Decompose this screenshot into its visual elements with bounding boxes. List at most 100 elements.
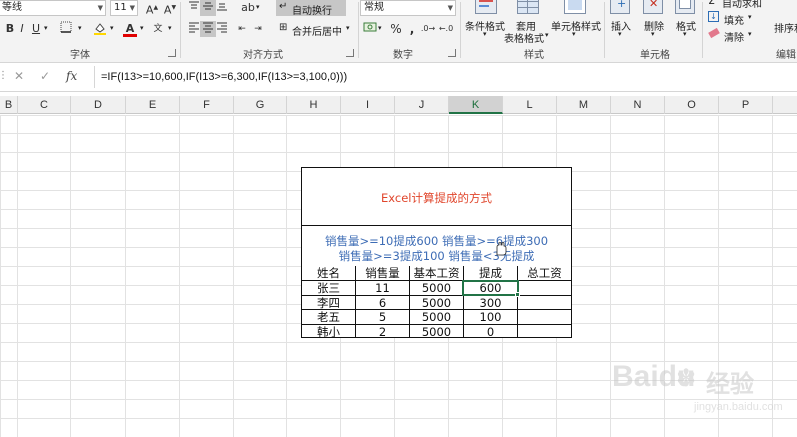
phonetic-icon[interactable]: 文 [150,21,166,37]
fill-color-icon[interactable] [92,21,108,37]
formula-input[interactable]: =IF(I13>=10,600,IF(I13>=6,300,IF(I13>=3,… [94,66,797,88]
column-header-m[interactable]: M [557,96,611,114]
increase-decimal-icon[interactable]: .0→ [420,21,436,37]
table-header-cell[interactable]: 基本工资 [409,266,463,281]
font-dialog-launcher-icon[interactable] [168,49,176,57]
column-header-j[interactable]: J [395,96,449,114]
insert-button[interactable]: + 插入 ▾ [607,0,635,44]
autosum-button[interactable]: Σ 自动求和 [708,0,778,10]
font-group-label: 字体 [70,50,90,61]
column-header-d[interactable]: D [71,96,126,114]
table-cell[interactable] [517,280,571,295]
font-name-select[interactable]: 等线 ▼ [0,0,106,16]
table-header-cell[interactable]: 提成 [463,266,517,281]
clear-button[interactable]: 清除 ▾ [708,27,758,44]
currency-icon[interactable] [362,21,378,37]
decrease-decimal-icon[interactable]: ←.0 [438,21,454,37]
orientation-dropdown-icon[interactable]: ▾ [256,3,260,11]
table-cell[interactable]: 0 [463,323,517,338]
table-cell[interactable]: 2 [355,323,409,338]
table-cell[interactable]: 5000 [409,309,463,324]
font-size-select[interactable]: 11 ▼ [110,0,138,16]
align-bottom-icon[interactable] [214,0,230,16]
alignment-dialog-launcher-icon[interactable] [346,49,354,57]
table-cell[interactable]: 李四 [302,294,355,309]
merge-center-button[interactable]: ⊞ 合并后居中 ▾ [276,21,354,38]
column-header-o[interactable]: O [665,96,719,114]
notes-merged-cell[interactable]: 销售量>=10提成600 销售量>=6提成300 销售量>=3提成100 销售量… [301,225,572,267]
fill-handle[interactable] [515,292,520,297]
insert-function-icon[interactable]: fx [66,69,77,83]
column-header-e[interactable]: E [126,96,180,114]
column-header-l[interactable]: L [503,96,557,114]
table-cell[interactable]: 老五 [302,309,355,324]
number-format-select[interactable]: 常规 ▼ [360,0,456,16]
table-cell[interactable]: 100 [463,309,517,324]
table-cell[interactable]: 5000 [409,294,463,310]
table-format-button[interactable]: 套用 表格格式 ▾ [504,0,549,45]
fill-color-dropdown-icon[interactable]: ▾ [110,24,114,32]
wrap-text-button[interactable]: ↵ 自动换行 [276,0,346,17]
table-cell[interactable]: 11 [355,280,409,295]
table-cell[interactable]: 5000 [409,280,463,295]
fill-button[interactable]: ↓ 填充 ▾ [708,11,758,27]
number-dialog-launcher-icon[interactable] [448,49,456,57]
column-header-g[interactable]: G [234,96,287,114]
underline-icon[interactable]: U [28,21,44,37]
column-header-k[interactable]: K [449,96,503,114]
table-cell[interactable]: 5000 [409,323,463,338]
table-cell[interactable]: 6 [355,294,409,310]
increase-font-icon[interactable]: A▲ [144,0,160,17]
conditional-format-dropdown-icon: ▾ [483,30,487,38]
watermark-logo: Baidu ✽ 经验 [612,360,792,400]
cell-style-icon [564,0,586,14]
column-header-n[interactable]: N [611,96,665,114]
border-icon[interactable] [58,21,74,37]
border-dropdown-icon[interactable]: ▾ [78,24,82,32]
phonetic-dropdown-icon[interactable]: ▾ [168,24,172,32]
column-header-b[interactable]: B [0,96,18,114]
sigma-icon: Σ [708,0,715,7]
cell-style-button[interactable]: 单元格样式 ▾ [550,0,601,44]
column-header-c[interactable]: C [18,96,71,114]
note-line-2: 销售量>=3提成100 销售量<3无提成 [338,249,535,263]
table-header-cell[interactable]: 姓名 [302,266,355,280]
cells-group-label: 单元格 [640,50,670,61]
sort-filter-button[interactable]: 排序和 [774,0,797,44]
selected-cell-k13[interactable] [462,280,519,296]
align-right-icon[interactable] [214,21,230,37]
percent-button[interactable]: % [388,21,404,37]
table-cell[interactable]: 韩小 [302,323,355,338]
increase-indent-icon[interactable]: ⇥ [250,21,266,37]
delete-button[interactable]: ✕ 删除 ▾ [640,0,668,44]
separator [702,2,703,58]
decrease-font-icon[interactable]: A▼ [162,0,178,17]
font-color-dropdown-icon[interactable]: ▾ [140,24,144,32]
column-header-h[interactable]: H [287,96,341,114]
format-button[interactable]: 格式 ▾ [672,0,700,44]
column-header-i[interactable]: I [341,96,395,114]
title-merged-cell[interactable]: Excel计算提成的方式 [301,167,572,226]
table-cell[interactable]: 5 [355,309,409,324]
table-header-cell[interactable]: 总工资 [517,266,571,281]
cancel-icon[interactable]: ✕ [14,69,24,83]
table-cell[interactable]: 张三 [302,280,355,295]
comma-button[interactable]: , [404,21,420,37]
table-cell[interactable]: 300 [463,294,517,310]
font-color-icon[interactable]: A [122,21,138,37]
styles-group-label: 样式 [524,50,544,61]
decrease-indent-icon[interactable]: ⇤ [234,21,250,37]
underline-dropdown-icon[interactable]: ▾ [44,24,48,32]
table-cell[interactable] [517,294,571,310]
orientation-icon[interactable]: ab [240,0,256,16]
formula-controls: ⋮ ✕ ✓ fx [0,66,94,88]
clear-dropdown-icon: ▾ [748,30,752,38]
currency-dropdown-icon[interactable]: ▾ [378,24,382,32]
column-header-f[interactable]: F [180,96,234,114]
column-header-p[interactable]: P [719,96,773,114]
table-cell[interactable] [517,323,571,338]
table-header-cell[interactable]: 销售量 [355,266,409,281]
conditional-format-button[interactable]: 条件格式 ▾ [464,0,508,44]
enter-icon[interactable]: ✓ [40,69,50,83]
table-cell[interactable] [517,309,571,324]
